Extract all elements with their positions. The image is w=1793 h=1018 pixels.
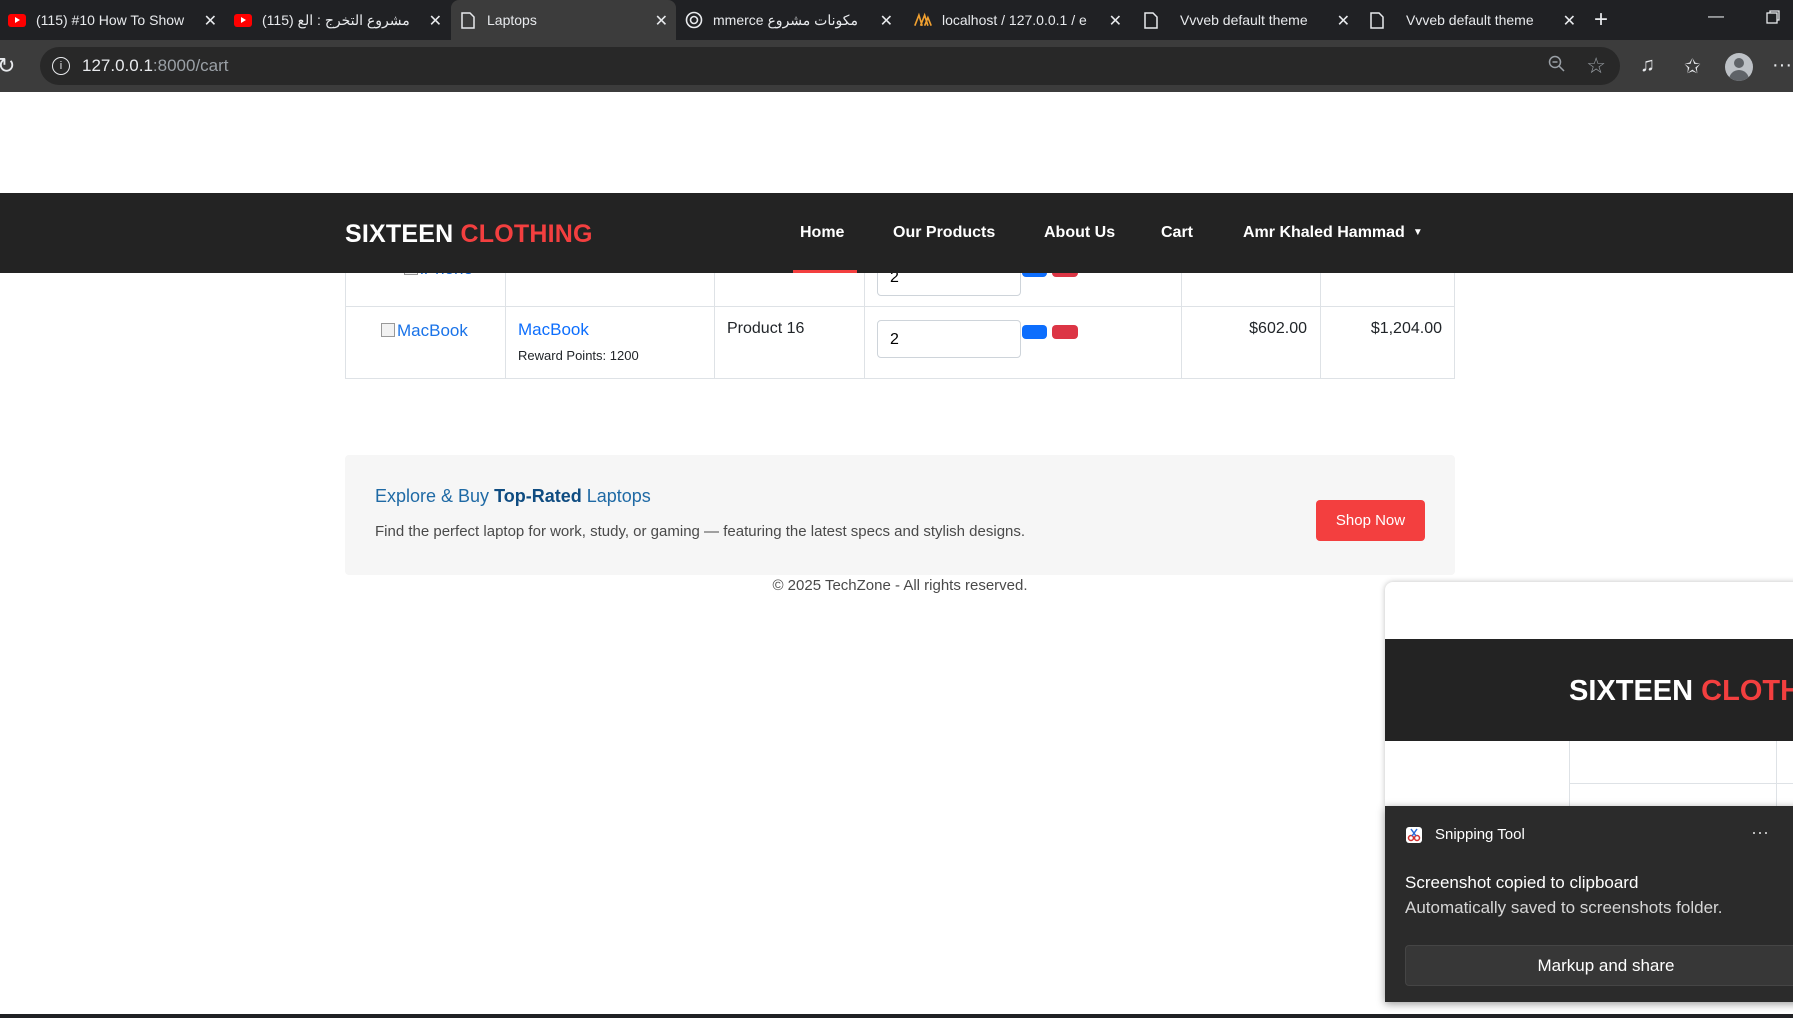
preview-table: [1569, 741, 1793, 806]
tab-title: Vvveb default theme: [1406, 12, 1534, 28]
browser-tab[interactable]: Vvveb default theme ✕: [1360, 0, 1584, 40]
more-options-icon[interactable]: ···: [1751, 822, 1769, 843]
tab-title: Laptops: [487, 12, 537, 28]
notification-title: Screenshot copied to clipboard: [1405, 873, 1639, 892]
caret-down-icon: ▼: [1412, 227, 1423, 238]
browser-tab-active[interactable]: Laptops ✕: [451, 0, 676, 40]
reward-points: Reward Points: 1200: [518, 348, 639, 363]
reload-icon[interactable]: ↻: [0, 53, 15, 79]
screenshot-preview-thumbnail[interactable]: SIXTEEN CLOTH: [1385, 582, 1793, 806]
close-icon[interactable]: ✕: [880, 11, 893, 31]
unit-price: $602.00: [1249, 320, 1307, 337]
nav-home[interactable]: Home: [800, 224, 844, 242]
tab-title: (115) مشروع التخرج : الع: [262, 11, 410, 28]
youtube-icon: [234, 11, 252, 29]
product-model: Product 16: [727, 320, 805, 337]
close-icon[interactable]: ✕: [1563, 11, 1576, 31]
url-text[interactable]: 127.0.0.1:8000/cart: [82, 56, 229, 76]
promo-title: Explore & Buy Top-Rated Laptops: [375, 486, 651, 506]
page-icon: [459, 11, 477, 29]
phpmyadmin-icon: [914, 11, 932, 29]
taskbar-edge: [0, 1014, 1793, 1018]
more-menu-icon[interactable]: ···: [1772, 54, 1792, 77]
profile-avatar[interactable]: [1725, 53, 1753, 81]
info-icon[interactable]: i: [52, 57, 70, 75]
tab-title: mmerce مكونات مشروع: [713, 11, 858, 28]
close-icon[interactable]: ✕: [429, 11, 442, 31]
close-icon[interactable]: ✕: [1109, 11, 1122, 31]
page-icon: [1142, 11, 1160, 29]
user-name: Amr Khaled Hammad: [1243, 224, 1405, 241]
close-icon[interactable]: ✕: [1337, 11, 1350, 31]
minimize-icon[interactable]: —: [1708, 8, 1724, 26]
promo-text: Find the perfect laptop for work, study,…: [375, 523, 1026, 540]
restore-icon[interactable]: [1766, 10, 1780, 29]
nav-about-us[interactable]: About Us: [1044, 224, 1115, 242]
preview-logo: SIXTEEN CLOTH: [1569, 675, 1793, 707]
snipping-tool-icon: [1405, 826, 1423, 844]
product-image-macbook[interactable]: MacBook: [381, 321, 468, 341]
bookmark-star-icon[interactable]: ☆: [1586, 53, 1606, 79]
preview-row-divider: [1570, 783, 1793, 784]
browser-tab[interactable]: localhost / 127.0.0.1 / e ✕: [906, 0, 1130, 40]
shop-now-button[interactable]: Shop Now: [1316, 500, 1425, 541]
url-input[interactable]: i 127.0.0.1:8000/cart ☆: [40, 47, 1620, 85]
site-logo[interactable]: SIXTEEN CLOTHING: [345, 220, 593, 249]
remove-button[interactable]: [1052, 325, 1078, 339]
tab-title: Vvveb default theme: [1180, 12, 1308, 28]
new-tab-icon[interactable]: +: [1594, 6, 1608, 34]
favorites-icon[interactable]: ✩: [1684, 54, 1701, 79]
tab-title: (115) #10 How To Show: [36, 12, 185, 28]
notification-app-name: Snipping Tool: [1435, 826, 1525, 843]
zoom-out-icon[interactable]: [1548, 55, 1566, 78]
youtube-icon: [8, 11, 26, 29]
browser-tab[interactable]: (115) #10 How To Show ✕: [0, 0, 225, 40]
line-total: $1,204.00: [1370, 320, 1442, 337]
row-divider: [346, 306, 1454, 307]
product-name-link[interactable]: MacBook: [518, 320, 589, 340]
preview-navbar: SIXTEEN CLOTH: [1385, 639, 1793, 741]
snipping-tool-notification: Snipping Tool ··· Screenshot copied to c…: [1385, 806, 1793, 1002]
nav-cart[interactable]: Cart: [1161, 224, 1193, 242]
site-navbar: SIXTEEN CLOTHING Home Our Products About…: [0, 193, 1793, 273]
browser-address-bar: ↻ i 127.0.0.1:8000/cart ☆ ♫ ✩ ···: [0, 40, 1793, 92]
update-button[interactable]: [1022, 325, 1047, 339]
nav-our-products[interactable]: Our Products: [893, 224, 995, 242]
close-icon[interactable]: ✕: [204, 11, 217, 31]
browser-tab[interactable]: (115) مشروع التخرج : الع ✕: [226, 0, 450, 40]
browser-tab[interactable]: mmerce مكونات مشروع ✕: [677, 0, 901, 40]
browser-tab[interactable]: Vvveb default theme ✕: [1134, 0, 1358, 40]
browser-tab-bar: (115) #10 How To Show ✕ (115) مشروع التخ…: [0, 0, 1793, 40]
nav-user-dropdown[interactable]: Amr Khaled Hammad ▼: [1243, 224, 1423, 242]
nav-active-indicator: [793, 270, 857, 273]
notification-body: Automatically saved to screenshots folde…: [1405, 898, 1723, 917]
promo-banner: Explore & Buy Top-Rated Laptops Find the…: [345, 455, 1455, 575]
page-icon: [1368, 11, 1386, 29]
tab-title: localhost / 127.0.0.1 / e: [942, 12, 1087, 28]
close-icon[interactable]: ✕: [655, 11, 668, 31]
markup-and-share-button[interactable]: Markup and share: [1405, 945, 1793, 986]
quantity-input[interactable]: 2: [877, 320, 1021, 358]
preview-column-divider: [1776, 741, 1777, 806]
media-control-icon[interactable]: ♫: [1640, 54, 1655, 77]
openai-icon: [685, 11, 703, 29]
